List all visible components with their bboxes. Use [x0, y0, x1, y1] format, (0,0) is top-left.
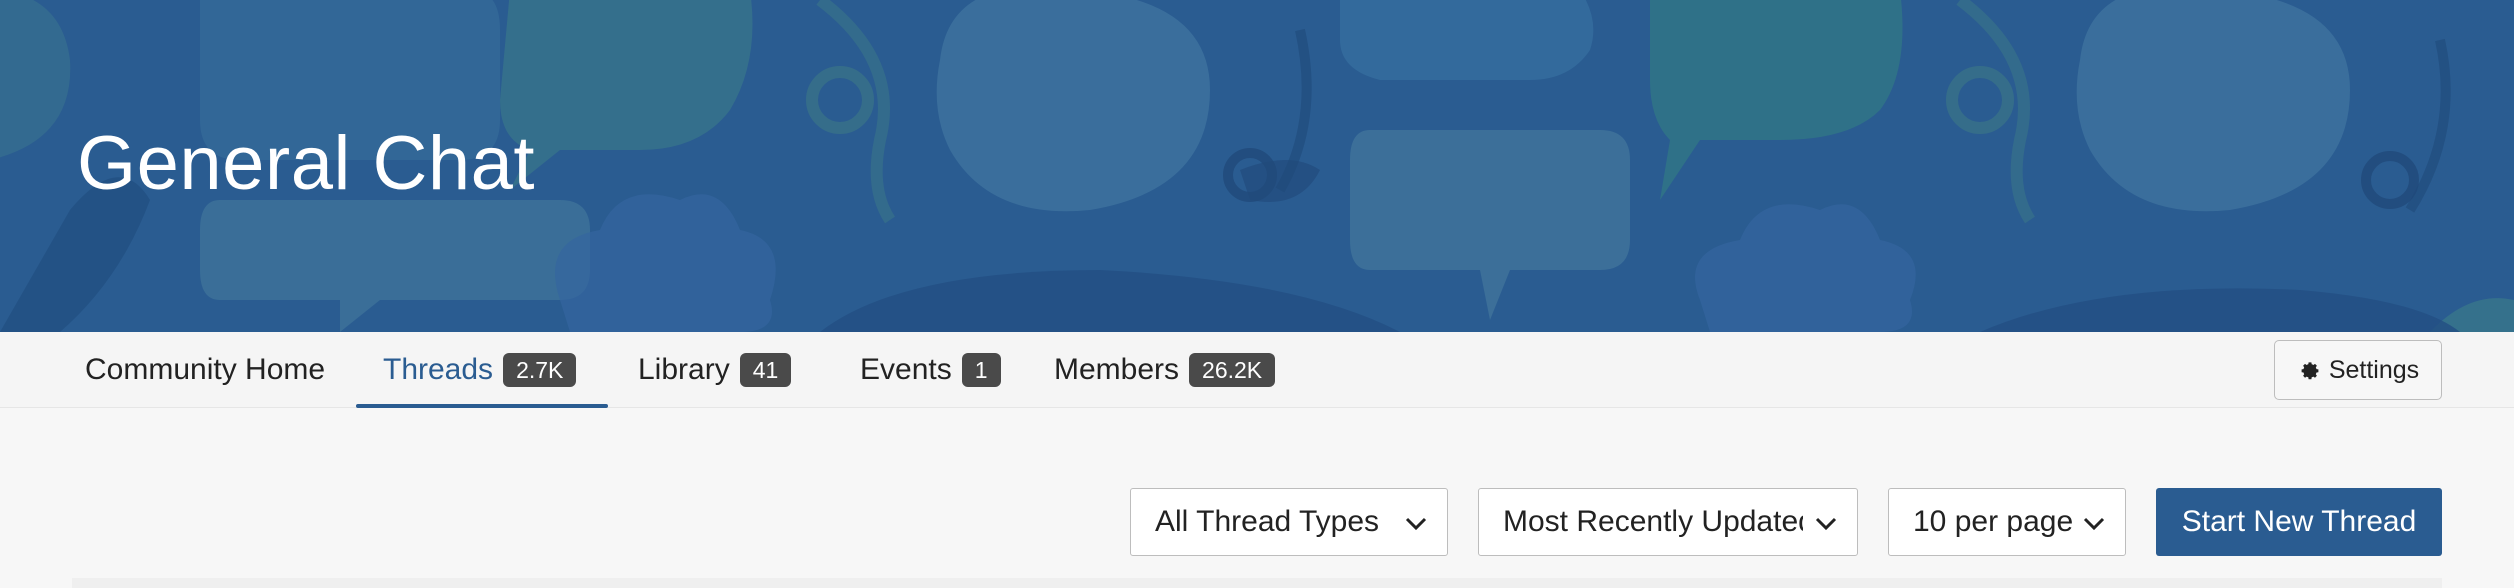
community-banner: General Chat	[0, 0, 2514, 332]
thread-type-select[interactable]: All Thread Types	[1130, 488, 1448, 556]
start-new-thread-button[interactable]: Start New Thread	[2156, 488, 2442, 556]
tab-label: Community Home	[85, 353, 326, 386]
chevron-down-icon	[2083, 517, 2105, 531]
tab-label: Members	[1054, 353, 1180, 386]
settings-label: Settings	[2328, 355, 2420, 384]
community-page: General Chat Community Home Threads 2.7K…	[0, 0, 2514, 588]
tab-label: Library	[638, 353, 730, 386]
per-page-select[interactable]: 10 per page	[1888, 488, 2126, 556]
tab-threads[interactable]: Threads 2.7K	[355, 332, 609, 408]
chevron-down-icon	[1405, 517, 1427, 531]
per-page-value: 10 per page	[1913, 505, 2074, 538]
thread-list-top-edge	[72, 578, 2442, 588]
tab-label: Events	[860, 353, 952, 386]
count-badge: 26.2K	[1189, 353, 1276, 387]
tab-members[interactable]: Members 26.2K	[1054, 332, 1276, 408]
page-title: General Chat	[77, 121, 536, 206]
tab-community-home[interactable]: Community Home	[85, 332, 325, 408]
sort-value: Most Recently Updated	[1503, 505, 1803, 538]
sort-select[interactable]: Most Recently Updated	[1478, 488, 1858, 556]
tab-events[interactable]: Events 1	[860, 332, 1001, 408]
count-badge: 41	[739, 353, 792, 387]
gear-icon	[2301, 362, 2319, 380]
tab-library[interactable]: Library 41	[638, 332, 792, 408]
count-badge: 2.7K	[503, 353, 577, 387]
thread-type-value: All Thread Types	[1155, 505, 1380, 538]
tab-label: Threads	[383, 353, 494, 386]
chevron-down-icon	[1815, 517, 1837, 531]
community-nav: Community Home Threads 2.7K Library 41 E…	[0, 332, 2514, 408]
settings-button[interactable]: Settings	[2274, 340, 2442, 400]
count-badge: 1	[961, 353, 1001, 387]
